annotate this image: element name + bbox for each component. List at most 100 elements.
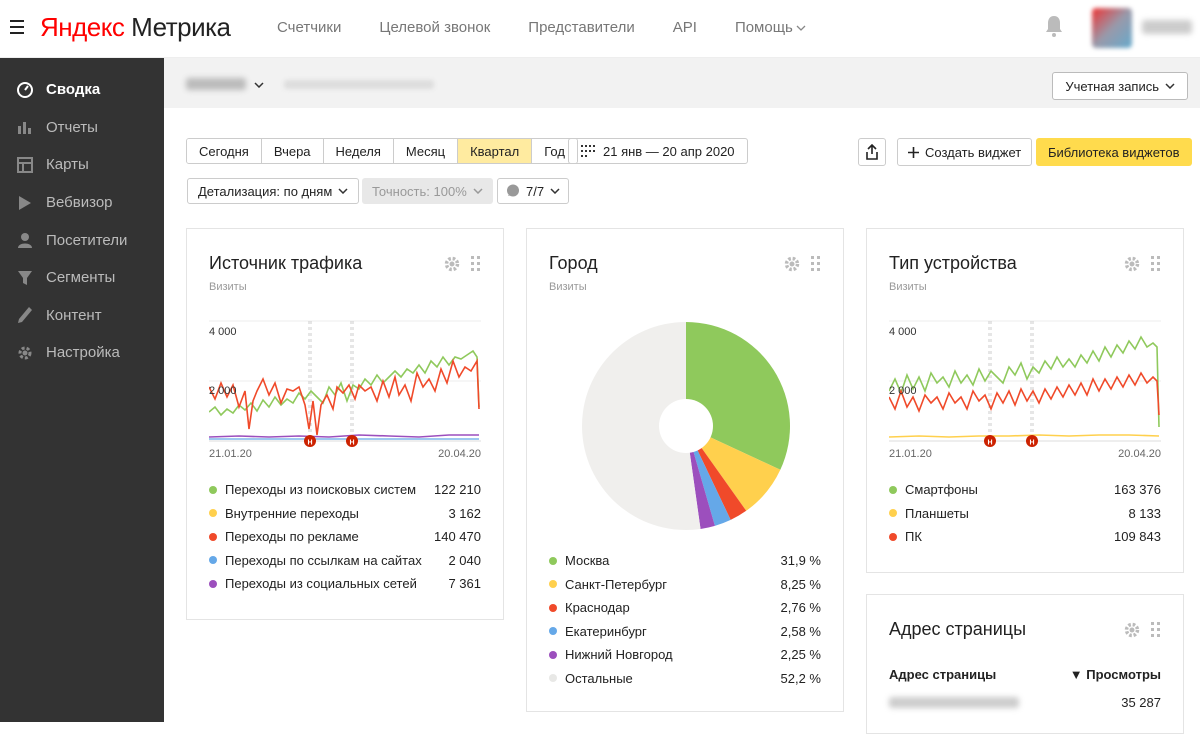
legend-item[interactable]: Переходы по ссылкам на сайтах 2 040 bbox=[209, 549, 481, 573]
sidebar-item-reports[interactable]: Отчеты bbox=[0, 109, 164, 147]
avatar[interactable] bbox=[1092, 8, 1132, 48]
legend-label: Санкт-Петербург bbox=[565, 576, 667, 592]
drag-handle-icon[interactable] bbox=[1151, 256, 1161, 272]
gauge-icon bbox=[16, 81, 34, 99]
widget-traffic-source: Источник трафика Визиты Н Н 4 000 2 000 … bbox=[186, 228, 504, 620]
chevron-down-icon[interactable] bbox=[254, 82, 264, 88]
legend-value: 52,2 % bbox=[780, 670, 821, 686]
export-button[interactable] bbox=[858, 138, 886, 166]
sidebar-item-summary[interactable]: Сводка bbox=[0, 71, 164, 109]
nav-representatives[interactable]: Представители bbox=[528, 19, 634, 36]
period-yesterday[interactable]: Вчера bbox=[261, 139, 324, 163]
sidebar-item-content[interactable]: Контент bbox=[0, 297, 164, 335]
sidebar-item-webvisor[interactable]: Вебвизор bbox=[0, 184, 164, 222]
legend-item[interactable]: Переходы из поисковых систем 122 210 bbox=[209, 478, 481, 502]
series-line-red bbox=[209, 358, 480, 436]
legend-item[interactable]: ПК 109 843 bbox=[889, 525, 1161, 549]
period-today[interactable]: Сегодня bbox=[187, 139, 262, 163]
drag-handle-icon[interactable] bbox=[1151, 622, 1161, 638]
accuracy-select[interactable]: Точность: 100% bbox=[362, 178, 493, 204]
account-button[interactable]: Учетная запись bbox=[1052, 72, 1188, 100]
legend-dot bbox=[549, 650, 557, 659]
series-line-green bbox=[209, 349, 480, 417]
legend-label: Екатеринбург bbox=[565, 623, 647, 639]
period-month[interactable]: Месяц bbox=[393, 139, 459, 163]
legend-value: 140 470 bbox=[434, 529, 481, 545]
nav-counters[interactable]: Счетчики bbox=[277, 19, 341, 36]
drag-handle-icon[interactable] bbox=[811, 256, 821, 272]
x-tick-label: 20.04.20 bbox=[1118, 448, 1161, 460]
note-marker[interactable]: Н bbox=[304, 435, 316, 447]
sidebar-item-segments[interactable]: Сегменты bbox=[0, 259, 164, 297]
legend-value: 2,58 % bbox=[780, 623, 821, 639]
legend-label: Москва bbox=[565, 553, 610, 569]
legend-item[interactable]: Переходы по рекламе 140 470 bbox=[209, 525, 481, 549]
note-marker[interactable]: Н bbox=[984, 435, 996, 447]
logo-product: Метрика bbox=[131, 12, 231, 42]
gear-icon[interactable] bbox=[783, 255, 801, 273]
username-blurred[interactable] bbox=[1142, 20, 1192, 34]
legend-item[interactable]: Остальные 52,2 % bbox=[549, 667, 821, 691]
legend-item[interactable]: Москва 31,9 % bbox=[549, 549, 821, 573]
legend-item[interactable]: Смартфоны 163 376 bbox=[889, 478, 1161, 502]
page-views-value: 35 287 bbox=[1121, 695, 1161, 710]
column-header-views[interactable]: ▼ Просмотры bbox=[1070, 667, 1161, 682]
chevron-down-icon bbox=[796, 25, 806, 31]
legend-item[interactable]: Переходы из социальных сетей 7 361 bbox=[209, 572, 481, 596]
create-widget-button[interactable]: Создать виджет bbox=[897, 138, 1033, 166]
counter-name-blurred[interactable] bbox=[186, 78, 246, 90]
sidebar-item-maps[interactable]: Карты bbox=[0, 146, 164, 184]
legend-dot bbox=[549, 627, 557, 636]
date-range-label: 21 янв — 20 апр 2020 bbox=[603, 143, 735, 159]
counter-id-blurred bbox=[284, 80, 434, 89]
legend-value: 109 843 bbox=[1114, 529, 1161, 545]
column-header-url[interactable]: Адрес страницы bbox=[889, 667, 996, 682]
note-marker[interactable]: Н bbox=[1026, 435, 1038, 447]
notes-select[interactable]: 7/7 bbox=[497, 178, 570, 204]
widget-library-button[interactable]: Библиотека виджетов bbox=[1036, 138, 1192, 166]
period-selector: Сегодня Вчера Неделя Месяц Квартал Год bbox=[186, 138, 578, 164]
note-marker[interactable]: Н bbox=[346, 435, 358, 447]
period-week[interactable]: Неделя bbox=[323, 139, 394, 163]
chevron-down-icon bbox=[1165, 83, 1175, 89]
period-quarter[interactable]: Квартал bbox=[458, 139, 533, 163]
sidebar-item-settings[interactable]: Настройка bbox=[0, 334, 164, 372]
legend-label: Переходы из поисковых систем bbox=[225, 482, 417, 498]
legend-dot bbox=[209, 485, 217, 494]
drag-handle-icon[interactable] bbox=[471, 256, 481, 272]
gear-icon[interactable] bbox=[1123, 255, 1141, 273]
sidebar-item-visitors[interactable]: Посетители bbox=[0, 221, 164, 259]
nav-target-call[interactable]: Целевой звонок bbox=[379, 19, 490, 36]
menu-icon[interactable] bbox=[10, 20, 24, 34]
legend-value: 163 376 bbox=[1114, 482, 1161, 498]
nav-help[interactable]: Помощь bbox=[735, 19, 806, 36]
legend-item[interactable]: Санкт-Петербург 8,25 % bbox=[549, 573, 821, 597]
legend-item[interactable]: Екатеринбург 2,58 % bbox=[549, 620, 821, 644]
logo-brand: Яндекс bbox=[40, 12, 125, 42]
series-line-purple bbox=[209, 434, 479, 438]
account-label: Учетная запись bbox=[1065, 78, 1159, 94]
filter-icon bbox=[16, 269, 34, 287]
table-row[interactable]: 35 287 bbox=[889, 695, 1161, 710]
detail-select[interactable]: Детализация: по дням bbox=[187, 178, 360, 204]
y-tick-label: 4 000 bbox=[889, 326, 917, 338]
gear-icon[interactable] bbox=[1123, 621, 1141, 639]
bell-icon[interactable] bbox=[1044, 14, 1064, 38]
gear-icon[interactable] bbox=[443, 255, 461, 273]
legend-item[interactable]: Нижний Новгород 2,25 % bbox=[549, 643, 821, 667]
page-url-blurred[interactable] bbox=[889, 697, 1019, 708]
svg-text:Н: Н bbox=[987, 440, 992, 447]
comment-icon bbox=[507, 184, 519, 197]
logo[interactable]: Яндекс Метрика bbox=[40, 12, 231, 43]
legend-item[interactable]: Планшеты 8 133 bbox=[889, 502, 1161, 526]
y-tick-label: 2 000 bbox=[889, 385, 917, 397]
nav-api[interactable]: API bbox=[673, 19, 697, 36]
legend-value: 122 210 bbox=[434, 482, 481, 498]
legend-label: Остальные bbox=[565, 670, 633, 686]
date-range-button[interactable]: 21 янв — 20 апр 2020 bbox=[568, 138, 748, 164]
legend-dot bbox=[549, 674, 557, 683]
chevron-down-icon bbox=[338, 188, 348, 194]
chevron-down-icon bbox=[550, 188, 560, 194]
legend-item[interactable]: Внутренние переходы 3 162 bbox=[209, 502, 481, 526]
legend-item[interactable]: Краснодар 2,76 % bbox=[549, 596, 821, 620]
